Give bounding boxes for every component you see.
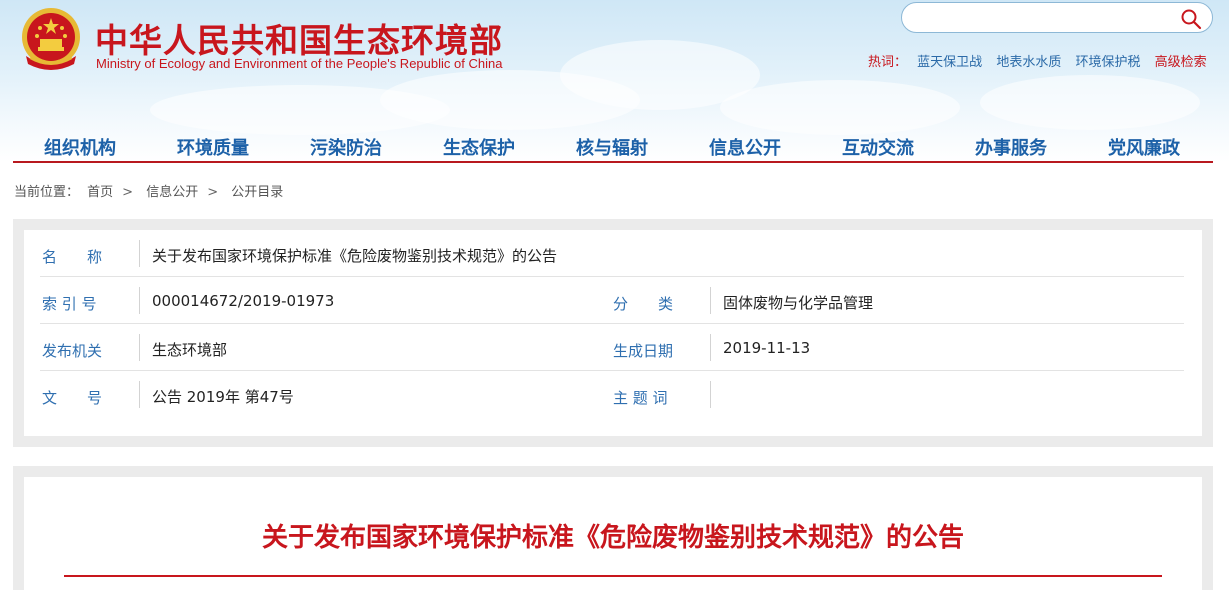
divider [139, 240, 140, 267]
nav-item-pollution-control[interactable]: 污染防治 [310, 134, 382, 160]
nav-item-services[interactable]: 办事服务 [975, 134, 1047, 160]
hotword-link[interactable]: 蓝天保卫战 [917, 55, 982, 70]
hotwords-bar: 热词： 蓝天保卫战 地表水水质 环境保护税 高级检索 [868, 51, 1207, 70]
hotword-link[interactable]: 地表水水质 [996, 55, 1061, 70]
date-value: 2019-11-13 [723, 339, 811, 357]
breadcrumb-label: 当前位置： [14, 185, 80, 200]
nav-item-interaction[interactable]: 互动交流 [842, 134, 914, 160]
divider [710, 381, 711, 408]
nav-item-environment-quality[interactable]: 环境质量 [177, 134, 249, 160]
article-title: 关于发布国家环境保护标准《危险废物鉴别技术规范》的公告 [261, 523, 964, 553]
keywords-label: 主 题 词 [613, 389, 668, 407]
info-row-index: 索 引 号 000014672/2019-01973 分 类 固体废物与化学品管… [40, 277, 1184, 324]
divider [139, 334, 140, 361]
hotwords-label: 热词： [868, 55, 908, 70]
index-value: 000014672/2019-01973 [152, 292, 335, 310]
divider [710, 334, 711, 361]
docno-label: 文 号 [42, 389, 103, 407]
site-subtitle: Ministry of Ecology and Environment of t… [96, 56, 503, 71]
breadcrumb-separator: > [207, 185, 219, 200]
index-label: 索 引 号 [42, 295, 97, 313]
divider [139, 381, 140, 408]
breadcrumb-separator: > [122, 185, 134, 200]
advanced-search-link[interactable]: 高级检索 [1155, 55, 1207, 70]
search-input[interactable] [916, 8, 1176, 28]
search-icon[interactable] [1180, 8, 1202, 30]
divider [710, 287, 711, 314]
issuer-label: 发布机关 [42, 342, 103, 360]
category-value: 固体废物与化学品管理 [723, 294, 874, 312]
main-nav: 组织机构 环境质量 污染防治 生态保护 核与辐射 信息公开 互动交流 办事服务 … [13, 131, 1213, 163]
name-value: 关于发布国家环境保护标准《危险废物鉴别技术规范》的公告 [152, 247, 558, 265]
breadcrumb-home[interactable]: 首页 [87, 185, 113, 200]
nav-item-information-disclosure[interactable]: 信息公开 [709, 134, 781, 160]
info-row-docno: 文 号 公告 2019年 第47号 主 题 词 [40, 371, 1184, 418]
info-row-issuer: 发布机关 生态环境部 生成日期 2019-11-13 [40, 324, 1184, 371]
search-box [901, 2, 1213, 33]
article-body: 关于发布国家环境保护标准《危险废物鉴别技术规范》的公告 [24, 477, 1202, 590]
category-label: 分 类 [613, 295, 674, 313]
document-info-panel: 名 称 关于发布国家环境保护标准《危险废物鉴别技术规范》的公告 索 引 号 00… [13, 219, 1213, 447]
date-label: 生成日期 [613, 342, 674, 360]
nav-item-nuclear-radiation[interactable]: 核与辐射 [576, 134, 648, 160]
nav-item-organization[interactable]: 组织机构 [44, 134, 116, 160]
nav-item-party-conduct[interactable]: 党风廉政 [1108, 134, 1180, 160]
breadcrumb-info-disclosure[interactable]: 信息公开 [146, 185, 198, 200]
docno-value: 公告 2019年 第47号 [152, 388, 294, 406]
breadcrumb-catalog[interactable]: 公开目录 [231, 185, 283, 200]
nav-item-ecological-protection[interactable]: 生态保护 [443, 134, 515, 160]
article-panel: 关于发布国家环境保护标准《危险废物鉴别技术规范》的公告 [13, 466, 1213, 590]
title-divider [64, 575, 1162, 577]
breadcrumb: 当前位置： 首页 > 信息公开 > 公开目录 [14, 181, 287, 200]
name-label: 名 称 [42, 248, 103, 266]
info-row-name: 名 称 关于发布国家环境保护标准《危险废物鉴别技术规范》的公告 [40, 230, 1184, 277]
hotword-link[interactable]: 环境保护税 [1075, 55, 1140, 70]
document-info-table: 名 称 关于发布国家环境保护标准《危险废物鉴别技术规范》的公告 索 引 号 00… [24, 230, 1202, 436]
divider [139, 287, 140, 314]
national-emblem-icon [22, 8, 80, 70]
issuer-value: 生态环境部 [152, 341, 228, 359]
site-title[interactable]: 中华人民共和国生态环境部 [95, 14, 503, 62]
